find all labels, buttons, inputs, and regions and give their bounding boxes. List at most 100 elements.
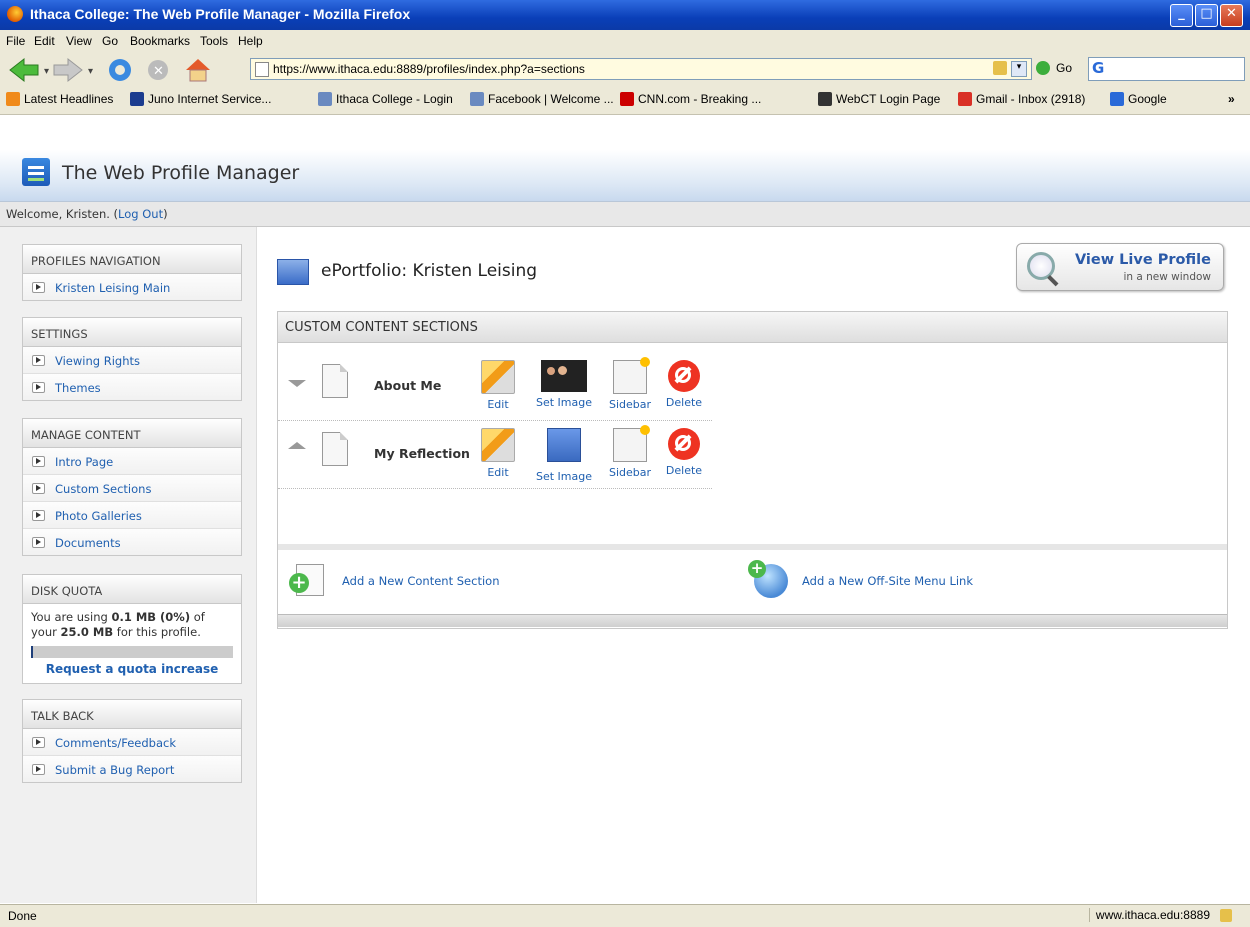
- move-down-icon[interactable]: [288, 380, 306, 387]
- window-titlebar: Ithaca College: The Web Profile Manager …: [0, 0, 1250, 30]
- quota-fill: [31, 646, 33, 658]
- bookmark-item[interactable]: Facebook | Welcome ...: [470, 92, 614, 106]
- logout-link[interactable]: Log Out: [118, 207, 163, 221]
- sidebar-item-photo-galleries[interactable]: Photo Galleries: [23, 502, 241, 529]
- back-icon[interactable]: [9, 57, 39, 83]
- delete-action[interactable]: Delete: [654, 428, 714, 477]
- bookmark-item[interactable]: Gmail - Inbox (2918): [958, 92, 1085, 106]
- move-up-icon[interactable]: [288, 442, 306, 449]
- bookmark-item[interactable]: Ithaca College - Login: [318, 92, 453, 106]
- reload-icon[interactable]: [109, 59, 131, 81]
- sidebar-item-viewing-rights[interactable]: Viewing Rights: [23, 347, 241, 374]
- welcome-text: Welcome, Kristen. (Log Out): [6, 207, 168, 221]
- bookmarks-toolbar: Latest Headlines Juno Internet Service..…: [0, 86, 1250, 115]
- section-heading: MANAGE CONTENT: [23, 419, 241, 448]
- menu-bookmarks[interactable]: Bookmarks: [130, 34, 190, 48]
- status-host: www.ithaca.edu:8889: [1088, 908, 1210, 922]
- sidebar-item-comments[interactable]: Comments/Feedback: [23, 729, 241, 756]
- bookmark-item[interactable]: Google: [1110, 92, 1167, 106]
- sidebar-item-documents[interactable]: Documents: [23, 529, 241, 555]
- go-button[interactable]: Go: [1056, 61, 1072, 75]
- sidebar-item-main[interactable]: Kristen Leising Main: [23, 274, 241, 300]
- arrow-icon: [32, 510, 45, 521]
- section-name: My Reflection: [374, 446, 470, 461]
- add-actions-bar: Add a New Content Section Add a New Off-…: [278, 544, 1227, 616]
- close-button[interactable]: ✕: [1220, 4, 1243, 27]
- menu-help[interactable]: Help: [238, 34, 263, 48]
- document-icon: [322, 432, 348, 466]
- nav-buttons: ▾ ▾ ✕: [9, 57, 210, 83]
- menu-tools[interactable]: Tools: [200, 34, 228, 48]
- status-text: Done: [8, 909, 37, 923]
- arrow-icon: [32, 456, 45, 467]
- url-bar[interactable]: https://www.ithaca.edu:8889/profiles/ind…: [250, 58, 1032, 80]
- arrow-icon: [32, 537, 45, 548]
- minimize-button[interactable]: _: [1170, 4, 1193, 27]
- arrow-icon: [32, 382, 45, 393]
- home-icon[interactable]: [186, 59, 210, 82]
- page-icon: [255, 62, 269, 77]
- go-icon[interactable]: [1036, 61, 1050, 75]
- window-title: Ithaca College: The Web Profile Manager …: [30, 6, 411, 22]
- juno-icon: [130, 92, 144, 106]
- webct-icon: [818, 92, 832, 106]
- section-heading: DISK QUOTA: [23, 575, 241, 604]
- view-live-label: View Live Profile: [1074, 252, 1211, 268]
- bookmark-item[interactable]: CNN.com - Breaking ...: [620, 92, 761, 106]
- rss-icon: [6, 92, 20, 106]
- bookmark-item[interactable]: Juno Internet Service...: [130, 92, 271, 106]
- view-live-profile-button[interactable]: View Live Profile in a new window: [1016, 243, 1224, 291]
- sidebar-item-custom-sections[interactable]: Custom Sections: [23, 475, 241, 502]
- request-quota-link[interactable]: Request a quota increase: [31, 662, 233, 677]
- sidebar-item-themes[interactable]: Themes: [23, 374, 241, 400]
- google-search-icon[interactable]: G: [1092, 59, 1104, 77]
- chevron-more-icon[interactable]: »: [1228, 92, 1235, 106]
- set-image-action[interactable]: Set Image: [534, 428, 594, 483]
- gmail-icon: [958, 92, 972, 106]
- page-title: ePortfolio: Kristen Leising: [321, 261, 538, 281]
- section-row: My Reflection Edit Set Image Sidebar Del…: [278, 422, 712, 489]
- view-live-sublabel: in a new window: [1123, 271, 1211, 283]
- sidebar-action[interactable]: Sidebar: [600, 357, 660, 411]
- arrow-icon: [32, 355, 45, 366]
- portfolio-icon: [277, 259, 309, 285]
- menu-file[interactable]: File: [6, 34, 25, 48]
- set-image-action[interactable]: Set Image: [534, 360, 594, 409]
- panel-heading: CUSTOM CONTENT SECTIONS: [278, 312, 1227, 343]
- sidebar-item-bug-report[interactable]: Submit a Bug Report: [23, 756, 241, 782]
- app-header: The Web Profile Manager: [0, 115, 1250, 202]
- arrow-icon: [32, 764, 45, 775]
- custom-sections-panel: CUSTOM CONTENT SECTIONS About Me Edit Se…: [277, 311, 1228, 629]
- menu-bar: File Edit View Go Bookmarks Tools Help: [0, 30, 1250, 53]
- menu-go[interactable]: Go: [102, 34, 118, 48]
- padlock-icon: [1220, 909, 1232, 922]
- talk-back-box: TALK BACK Comments/Feedback Submit a Bug…: [22, 699, 242, 783]
- edit-icon: [481, 360, 515, 394]
- bookmark-item[interactable]: WebCT Login Page: [818, 92, 940, 106]
- forward-icon[interactable]: [53, 57, 83, 83]
- maximize-button[interactable]: □: [1195, 4, 1218, 27]
- section-heading: TALK BACK: [23, 700, 241, 729]
- bookmark-item[interactable]: Latest Headlines: [6, 92, 113, 106]
- stop-icon[interactable]: ✕: [148, 60, 168, 80]
- svg-text:▾: ▾: [44, 66, 49, 77]
- navigation-toolbar: ▾ ▾ ✕ https://www.ithaca.edu:8889/profil…: [0, 52, 1250, 87]
- menu-view[interactable]: View: [66, 34, 92, 48]
- menu-edit[interactable]: Edit: [34, 34, 55, 48]
- sidebar-action[interactable]: Sidebar: [600, 425, 660, 479]
- edit-action[interactable]: Edit: [468, 428, 528, 479]
- section-heading: PROFILES NAVIGATION: [23, 245, 241, 274]
- delete-icon: [668, 428, 700, 460]
- sidebar-item-intro-page[interactable]: Intro Page: [23, 448, 241, 475]
- settings-box: SETTINGS Viewing Rights Themes: [22, 317, 242, 401]
- sidebar: PROFILES NAVIGATION Kristen Leising Main…: [0, 227, 257, 903]
- edit-action[interactable]: Edit: [468, 360, 528, 411]
- delete-action[interactable]: Delete: [654, 360, 714, 409]
- cnn-icon: [620, 92, 634, 106]
- status-bar: Done www.ithaca.edu:8889: [0, 904, 1250, 927]
- search-input[interactable]: G: [1088, 57, 1245, 81]
- url-dropdown-icon[interactable]: ▾: [1011, 61, 1027, 77]
- app-title: The Web Profile Manager: [62, 162, 300, 184]
- add-page-icon: [289, 564, 324, 596]
- document-icon: [322, 364, 348, 398]
